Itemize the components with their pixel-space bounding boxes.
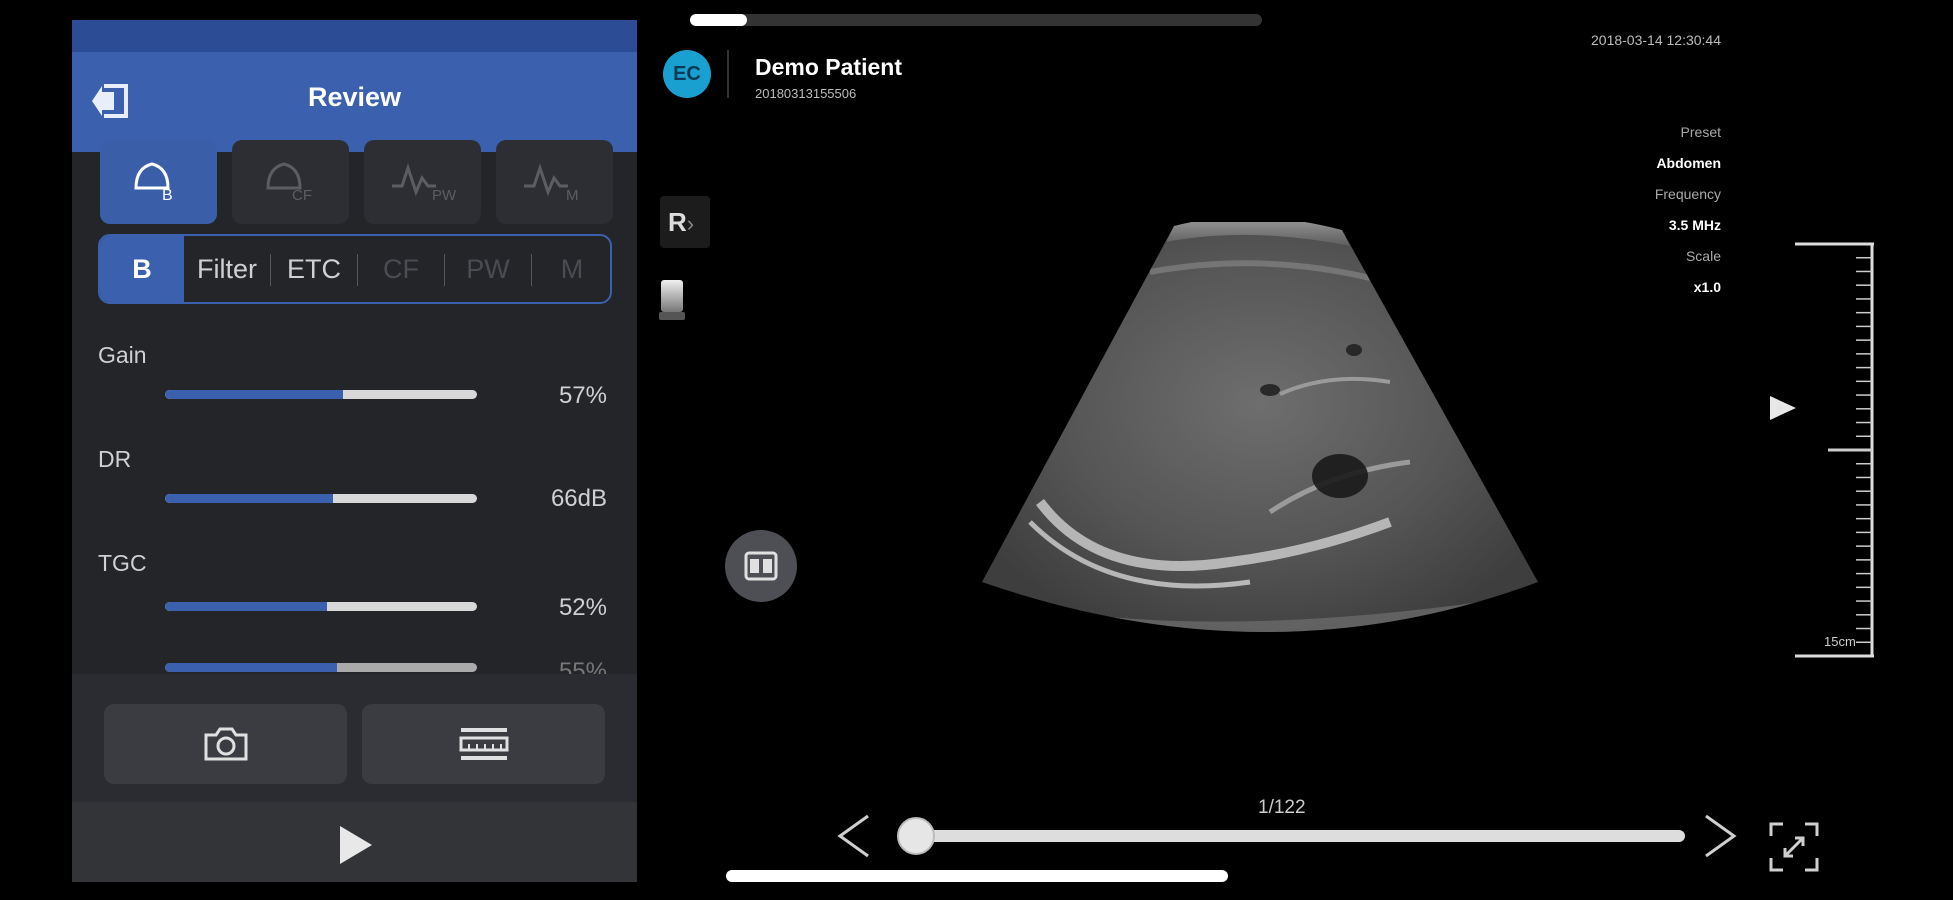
partial-slider-fill — [165, 663, 337, 672]
control-panel: Review B CF PW M B Filter ETC CF PW M Ga… — [72, 20, 637, 882]
mode-pw-button[interactable]: PW — [364, 140, 481, 224]
depth-scale — [1795, 242, 1874, 658]
dr-value: 66dB — [550, 485, 607, 512]
gain-slider[interactable] — [165, 390, 477, 399]
capture-button[interactable] — [104, 704, 347, 784]
preset-value: Abdomen — [1656, 155, 1721, 171]
cf-mode-icon: CF — [266, 162, 312, 204]
m-mode-icon: M — [524, 163, 579, 204]
tab-m[interactable]: M — [532, 236, 610, 302]
tab-etc[interactable]: ETC — [271, 236, 357, 302]
tab-pw[interactable]: PW — [445, 236, 531, 302]
tab-b[interactable]: B — [100, 236, 184, 302]
exam-datetime: 2018-03-14 12:30:44 — [1591, 32, 1721, 48]
mode-cf-button[interactable]: CF — [232, 140, 349, 224]
svg-text:PW: PW — [432, 187, 457, 204]
partial-slider[interactable] — [165, 663, 477, 672]
frame-seek-slider[interactable] — [897, 817, 1685, 855]
top-progress-fill — [690, 14, 748, 26]
scale-label: Scale — [1685, 248, 1721, 264]
dr-slider-fill — [165, 494, 334, 503]
measure-button[interactable] — [362, 704, 605, 784]
gain-value: 57% — [558, 382, 607, 409]
orientation-label: R — [668, 207, 687, 237]
home-indicator — [726, 870, 1228, 882]
svg-text:CF: CF — [292, 187, 312, 204]
panel-actions — [72, 674, 637, 882]
split-view-icon — [744, 551, 778, 581]
dr-label: DR — [98, 446, 132, 472]
camera-icon — [204, 727, 247, 761]
brand-logo: EC — [663, 50, 711, 98]
tgc-slider[interactable] — [165, 602, 477, 611]
parameter-tabs: B Filter ETC CF PW M — [98, 234, 612, 304]
probe-icon — [659, 280, 685, 320]
depth-label: 15cm — [1824, 634, 1856, 649]
layout-toggle-button[interactable] — [725, 530, 797, 602]
frequency-value: 3.5 MHz — [1668, 217, 1721, 233]
patient-name: Demo Patient — [755, 54, 902, 80]
seek-thumb[interactable] — [897, 817, 935, 855]
mode-b-button[interactable]: B — [100, 140, 217, 224]
pw-mode-icon: PW — [392, 163, 457, 204]
panel-header: Review — [72, 52, 637, 152]
scale-value: x1.0 — [1693, 279, 1721, 295]
play-icon — [340, 826, 372, 864]
panel-top-strip — [72, 20, 637, 52]
svg-text:M: M — [566, 187, 579, 204]
top-progress-bar — [690, 14, 1262, 26]
preset-label: Preset — [1680, 124, 1721, 140]
dr-slider[interactable] — [165, 494, 477, 503]
tgc-value: 52% — [558, 594, 607, 621]
tab-filter[interactable]: Filter — [184, 236, 270, 302]
tgc-label: TGC — [98, 550, 147, 576]
orientation-button[interactable]: R› — [660, 196, 710, 248]
patient-id: 20180313155506 — [755, 86, 857, 101]
svg-text:B: B — [162, 187, 173, 204]
header-divider — [727, 50, 729, 98]
gain-label: Gain — [98, 342, 147, 368]
frame-counter: 1/122 — [1258, 797, 1306, 818]
gain-slider-fill — [165, 390, 343, 399]
b-mode-icon: B — [134, 162, 173, 204]
frequency-label: Frequency — [1654, 186, 1721, 202]
play-button[interactable] — [336, 822, 376, 868]
tab-cf[interactable]: CF — [358, 236, 444, 302]
panel-title: Review — [307, 82, 402, 112]
next-frame-icon[interactable] — [1700, 812, 1740, 860]
ruler-icon — [459, 728, 508, 760]
tgc-slider-fill — [165, 602, 328, 611]
mode-m-button[interactable]: M — [496, 140, 613, 224]
previous-frame-icon[interactable] — [834, 812, 874, 860]
chevron-right-icon: › — [686, 211, 695, 236]
fullscreen-icon[interactable] — [1767, 820, 1821, 874]
playback-bar — [72, 802, 637, 882]
ultrasound-image — [982, 222, 1538, 633]
mode-selector: B CF PW M — [100, 140, 615, 224]
